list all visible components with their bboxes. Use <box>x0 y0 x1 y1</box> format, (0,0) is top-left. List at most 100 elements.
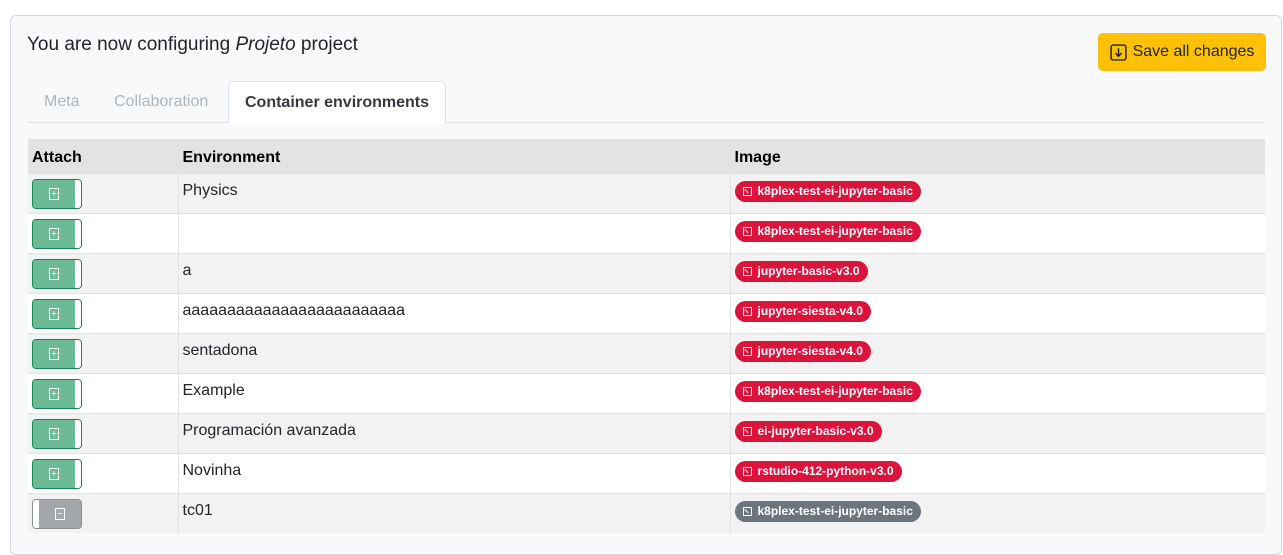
attach-cell: + <box>28 412 178 453</box>
image-badge-label: rstudio-412-python-v3.0 <box>757 464 894 478</box>
image-cell: k8plex-test-ei-jupyter-basic <box>729 372 1265 413</box>
attach-toggle[interactable]: + <box>32 338 82 369</box>
column-header-attach: Attach <box>32 148 82 166</box>
minus-box-icon: − <box>55 507 65 520</box>
environments-table: Attach Environment Image + Physics k8plex-… <box>28 139 1265 533</box>
environment-name: aaaaaaaaaaaaaaaaaaaaaaaaa <box>182 301 405 319</box>
tab-collaboration[interactable]: Collaboration <box>114 81 208 123</box>
attach-cell: + <box>28 332 178 373</box>
image-cell: ei-jupyter-basic-v3.0 <box>729 412 1265 453</box>
image-cell: jupyter-siesta-v4.0 <box>729 292 1265 333</box>
image-badge-label: k8plex-test-ei-jupyter-basic <box>757 384 913 398</box>
image-cell: k8plex-test-ei-jupyter-basic <box>729 172 1265 213</box>
image-badge: k8plex-test-ei-jupyter-basic <box>734 220 921 242</box>
plus-box-icon: + <box>49 227 59 240</box>
toggle-track <box>75 419 81 448</box>
table-row: − tc01 k8plex-test-ei-jupyter-basic <box>28 492 1265 533</box>
image-badge-label: jupyter-basic-v3.0 <box>757 264 860 278</box>
attach-toggle[interactable]: + <box>32 458 82 489</box>
image-icon <box>742 426 752 436</box>
title-suffix: project <box>295 34 358 55</box>
table-row: + Novinha rstudio-412-python-v3.0 <box>28 452 1265 493</box>
image-icon <box>742 226 752 236</box>
table-row: + sentadona jupyter-siesta-v4.0 <box>28 332 1265 373</box>
image-badge: k8plex-test-ei-jupyter-basic <box>734 500 921 522</box>
image-badge: ei-jupyter-basic-v3.0 <box>734 420 882 442</box>
toggle-track <box>75 339 81 368</box>
environment-name: Physics <box>182 181 238 199</box>
toggle-track <box>75 299 81 328</box>
toggle-knob: + <box>33 219 75 248</box>
image-icon <box>742 466 752 476</box>
image-cell: rstudio-412-python-v3.0 <box>729 452 1265 493</box>
image-badge-label: k8plex-test-ei-jupyter-basic <box>757 184 913 198</box>
image-cell: k8plex-test-ei-jupyter-basic <box>729 212 1265 253</box>
attach-cell: + <box>28 372 178 413</box>
plus-box-icon: + <box>49 267 59 280</box>
image-icon <box>742 346 752 356</box>
table-row: + aaaaaaaaaaaaaaaaaaaaaaaaa jupyter-siesta… <box>28 292 1265 333</box>
image-badge: rstudio-412-python-v3.0 <box>734 460 902 482</box>
environment-name: Programación avanzada <box>182 421 356 439</box>
toggle-knob: + <box>33 259 75 288</box>
attach-cell: + <box>28 452 178 493</box>
image-icon <box>742 506 752 516</box>
image-badge-label: k8plex-test-ei-jupyter-basic <box>757 224 913 238</box>
image-cell: k8plex-test-ei-jupyter-basic <box>729 492 1265 533</box>
project-config-card: You are now configuring Projeto project … <box>10 15 1282 555</box>
toggle-knob: + <box>33 379 75 408</box>
environment-cell: aaaaaaaaaaaaaaaaaaaaaaaaa <box>177 292 730 333</box>
plus-box-icon: + <box>49 307 59 320</box>
column-header-environment: Environment <box>177 139 730 173</box>
attach-cell: + <box>28 172 178 213</box>
attach-toggle[interactable]: + <box>32 378 82 409</box>
table-row: + Physics k8plex-test-ei-jupyter-basic <box>28 172 1265 213</box>
plus-box-icon: + <box>49 427 59 440</box>
environment-cell: Novinha <box>177 452 730 493</box>
project-name: Projeto <box>235 34 296 55</box>
table-row: + Example k8plex-test-ei-jupyter-basic <box>28 372 1265 413</box>
toggle-track <box>75 459 81 488</box>
attach-toggle[interactable]: + <box>32 258 82 289</box>
tab-meta[interactable]: Meta <box>44 81 80 123</box>
download-box-icon <box>1109 43 1127 61</box>
environment-name: Example <box>182 381 245 399</box>
image-badge-label: ei-jupyter-basic-v3.0 <box>757 424 874 438</box>
attach-cell: + <box>28 252 178 293</box>
environment-cell: Programación avanzada <box>177 412 730 453</box>
tab-container-environments[interactable]: Container environments <box>228 81 447 124</box>
plus-box-icon: + <box>49 187 59 200</box>
image-badge: jupyter-siesta-v4.0 <box>734 340 871 362</box>
tab-bar: Meta Collaboration Container environment… <box>27 81 1265 124</box>
attach-toggle[interactable]: + <box>32 418 82 449</box>
environment-cell: a <box>177 252 730 293</box>
image-icon <box>742 186 752 196</box>
toggle-track <box>75 179 81 208</box>
save-all-changes-button[interactable]: Save all changes <box>1098 33 1266 71</box>
attach-toggle[interactable]: + <box>32 218 82 249</box>
environment-name: tc01 <box>182 501 213 519</box>
save-button-label: Save all changes <box>1132 43 1255 60</box>
environment-name: a <box>182 261 192 279</box>
title-prefix: You are now configuring <box>27 34 236 55</box>
image-badge-label: k8plex-test-ei-jupyter-basic <box>757 504 913 518</box>
toggle-knob: + <box>33 299 75 328</box>
environment-cell: Example <box>177 372 730 413</box>
attach-toggle[interactable]: + <box>32 178 82 209</box>
attach-cell: + <box>28 212 178 253</box>
image-cell: jupyter-basic-v3.0 <box>729 252 1265 293</box>
environment-name: Novinha <box>182 461 242 479</box>
table-row: + Programación avanzada ei-jupyter-basic-v… <box>28 412 1265 453</box>
environment-name: sentadona <box>182 341 258 359</box>
plus-box-icon: + <box>49 467 59 480</box>
image-badge-label: jupyter-siesta-v4.0 <box>757 344 863 358</box>
attach-toggle[interactable]: + <box>32 298 82 329</box>
toggle-knob: + <box>33 179 75 208</box>
attach-toggle[interactable]: − <box>32 498 82 529</box>
page-title: You are now configuring Projeto project <box>27 33 358 57</box>
image-icon <box>742 386 752 396</box>
toggle-track <box>75 259 81 288</box>
environment-cell: tc01 <box>177 492 730 533</box>
toggle-knob: + <box>33 419 75 448</box>
image-icon <box>742 306 752 316</box>
